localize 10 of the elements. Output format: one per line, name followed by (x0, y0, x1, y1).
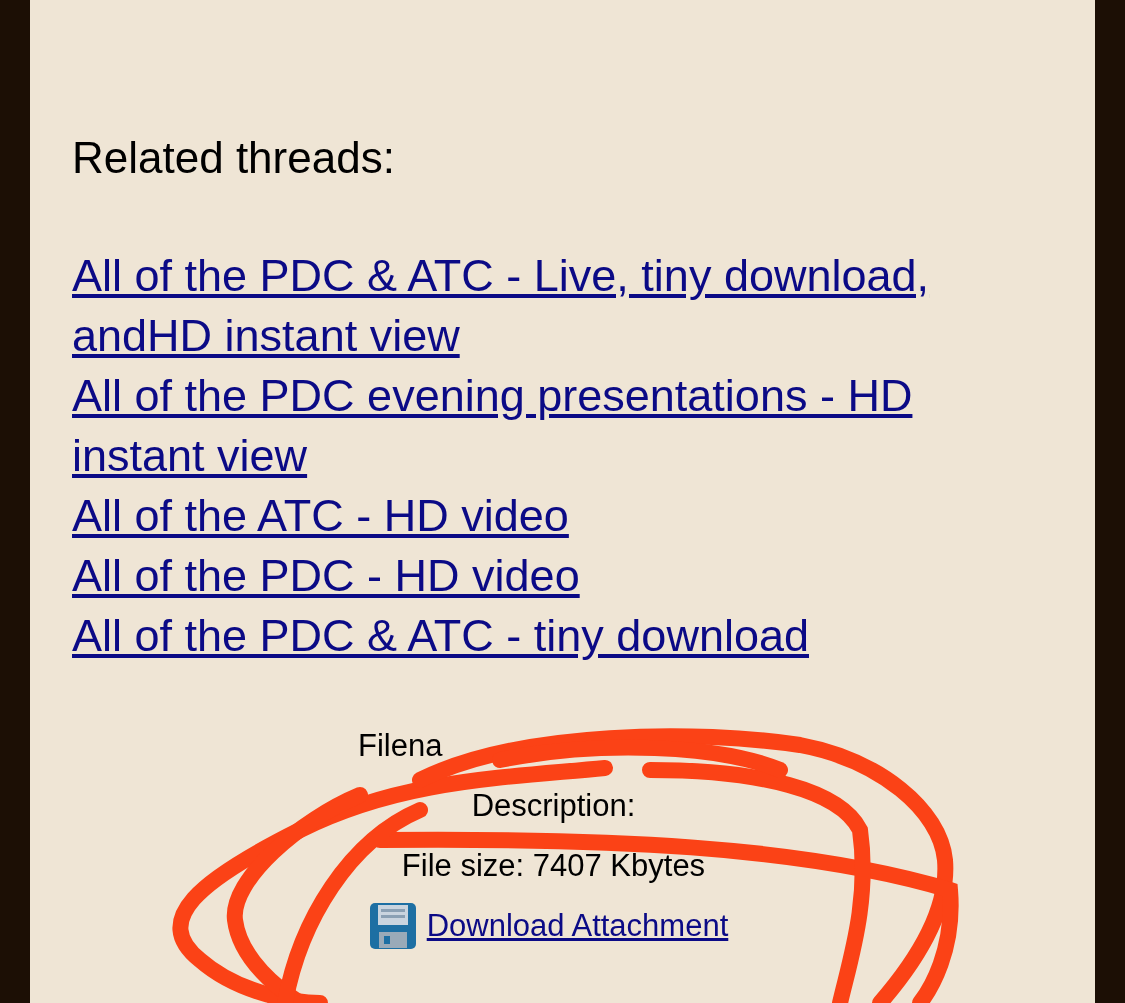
description-label: Description: (471, 787, 636, 825)
thread-link[interactable]: All of the PDC - HD video (72, 546, 580, 606)
thread-link[interactable]: All of the ATC - HD video (72, 486, 569, 546)
filename-label: Filena (358, 728, 443, 763)
section-heading: Related threads: (72, 132, 396, 184)
thread-link[interactable]: All of the PDC & ATC - tiny download (72, 606, 809, 666)
thread-link[interactable]: All of the PDC evening presentations - HD instant view (72, 366, 1035, 486)
thread-link[interactable]: All of the PDC & ATC - Live, tiny download, andHD instant view (72, 246, 1035, 366)
file-size-text: File size: 7407 Kbytes (401, 847, 706, 885)
download-attachment-link[interactable]: Download Attachment (426, 896, 729, 956)
